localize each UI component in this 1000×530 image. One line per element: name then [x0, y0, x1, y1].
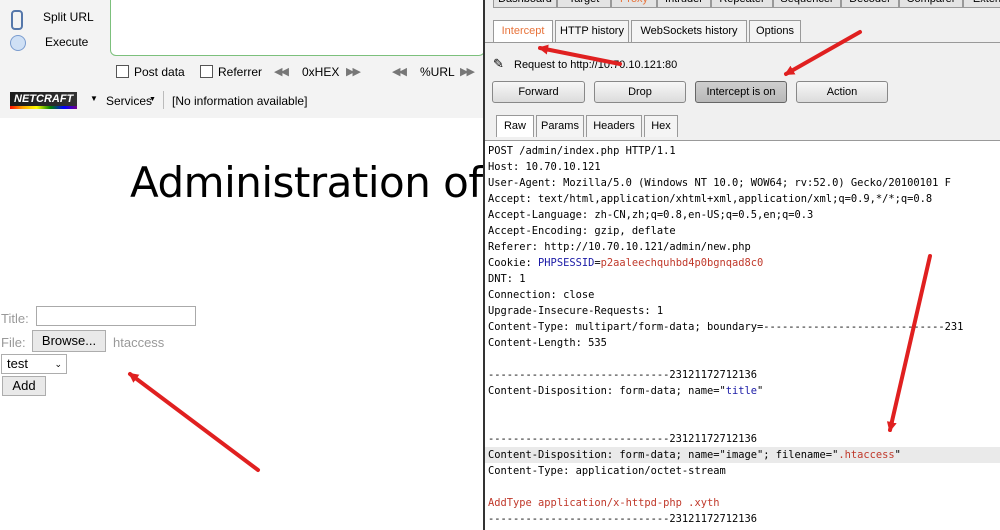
tab-proxy[interactable]: Proxy: [611, 0, 657, 8]
services-dropdown-icon[interactable]: ▼: [149, 96, 156, 103]
url-encode-arrow-icon[interactable]: ▶▶: [460, 65, 475, 78]
category-select[interactable]: test ⌄: [1, 354, 67, 374]
browser-pane: Split URL Execute Post data Referrer ◀◀ …: [0, 0, 483, 530]
request-line: POST /admin/index.php HTTP/1.1: [488, 145, 676, 157]
netcraft-logo[interactable]: NETCRAFT: [10, 92, 78, 109]
request-line: Content-Length: 535: [488, 337, 607, 349]
browse-button[interactable]: Browse...: [32, 330, 106, 352]
forward-button[interactable]: Forward: [492, 81, 585, 103]
request-line: Connection: close: [488, 289, 595, 301]
tab-http-history[interactable]: HTTP history: [555, 20, 629, 42]
tab-headers[interactable]: Headers: [586, 115, 642, 137]
request-line: Referer: http://10.70.10.121/admin/new.p…: [488, 241, 751, 253]
tab-options[interactable]: Options: [749, 20, 801, 42]
request-line: Host: 10.70.10.121: [488, 161, 601, 173]
cookie-key: Cookie:: [488, 257, 539, 269]
url-decode-arrow-icon[interactable]: ◀◀: [392, 65, 407, 78]
url-label: %URL: [420, 65, 455, 79]
request-line: Accept: text/html,application/xhtml+xml,…: [488, 193, 933, 205]
services-menu[interactable]: Services: [106, 94, 152, 108]
tab-extender[interactable]: Exten: [963, 0, 1000, 8]
disposition-prefix: Content-Disposition: form-data; name="im…: [488, 449, 839, 461]
subtab-underline: [485, 42, 1000, 43]
category-select-value: test: [7, 356, 28, 371]
intercept-toggle-button[interactable]: Intercept is on: [695, 81, 787, 103]
tab-sequencer[interactable]: Sequencer: [773, 0, 841, 8]
split-url-icon: [11, 10, 23, 30]
execute-icon: [10, 35, 26, 51]
drop-button[interactable]: Drop: [594, 81, 686, 103]
title-disposition-line: Content-Disposition: form-data; name="ti…: [488, 385, 764, 397]
hex-decode-arrow-icon[interactable]: ◀◀: [274, 65, 289, 78]
pencil-icon: ✎: [493, 56, 504, 71]
tab-intercept[interactable]: Intercept: [493, 20, 553, 42]
image-disposition-line: Content-Disposition: form-data; name="im…: [485, 447, 1000, 463]
request-line: User-Agent: Mozilla/5.0 (Windows NT 10.0…: [488, 177, 951, 189]
hex-encode-arrow-icon[interactable]: ▶▶: [346, 65, 361, 78]
boundary-line: -----------------------------23121172712…: [488, 513, 757, 525]
hex-label: 0xHEX: [302, 65, 340, 79]
page-title: Administration of m: [130, 158, 483, 207]
post-data-checkbox[interactable]: [116, 65, 129, 78]
chevron-down-icon: ⌄: [54, 359, 62, 369]
action-button[interactable]: Action: [796, 81, 888, 103]
cookie-name: PHPSESSID: [538, 257, 595, 269]
request-line: Content-Type: application/octet-stream: [488, 465, 726, 477]
cookie-line: Cookie: PHPSESSID=p2aaleechquhbd4p0bgnqa…: [488, 257, 764, 269]
request-line: DNT: 1: [488, 273, 526, 285]
title-label: Title:: [1, 311, 29, 326]
request-line: Content-Type: multipart/form-data; bound…: [488, 321, 964, 333]
uploaded-filename: .htaccess: [838, 449, 895, 461]
raw-request-editor[interactable]: POST /admin/index.php HTTP/1.1 Host: 10.…: [485, 140, 1000, 530]
split-url-button[interactable]: Split URL: [43, 10, 94, 24]
title-input[interactable]: [36, 306, 196, 326]
tab-repeater[interactable]: Repeater: [711, 0, 773, 8]
payload-line: AddType application/x-httpd-php .xyth: [488, 497, 720, 509]
tab-comparer[interactable]: Comparer: [899, 0, 963, 8]
toolbar-separator: [163, 91, 164, 109]
execute-button[interactable]: Execute: [45, 35, 88, 49]
tab-raw[interactable]: Raw: [496, 115, 534, 137]
burp-suite-window: Dashboard Target Proxy Intruder Repeater…: [483, 0, 1000, 530]
tab-target[interactable]: Target: [557, 0, 611, 8]
referrer-label: Referrer: [218, 65, 263, 79]
request-line: Accept-Encoding: gzip, deflate: [488, 225, 676, 237]
url-textarea[interactable]: [110, 0, 483, 56]
tab-dashboard[interactable]: Dashboard: [493, 0, 557, 8]
tab-websockets-history[interactable]: WebSockets history: [631, 20, 747, 42]
request-to-label: Request to http://10.70.10.121:80: [514, 59, 678, 71]
tab-decoder[interactable]: Decoder: [841, 0, 899, 8]
disposition-prefix: Content-Disposition: form-data; name=": [488, 385, 726, 397]
title-field-name: title: [725, 385, 757, 397]
boundary-line: -----------------------------23121172712…: [488, 433, 757, 445]
selected-file-name: htaccess: [113, 335, 165, 350]
hackbar-toolbar: Split URL Execute Post data Referrer ◀◀ …: [0, 0, 483, 118]
tab-hex[interactable]: Hex: [644, 115, 678, 137]
boundary-line: -----------------------------23121172712…: [488, 369, 757, 381]
netcraft-info: [No information available]: [172, 94, 308, 108]
post-data-label: Post data: [134, 65, 185, 79]
cookie-value: p2aaleechquhbd4p0bgnqad8c0: [600, 257, 764, 269]
netcraft-dropdown-icon[interactable]: ▼: [90, 94, 98, 103]
tab-intruder[interactable]: Intruder: [657, 0, 711, 8]
referrer-checkbox[interactable]: [200, 65, 213, 78]
request-line: Accept-Language: zh-CN,zh;q=0.8,en-US;q=…: [488, 209, 814, 221]
request-line: Upgrade-Insecure-Requests: 1: [488, 305, 664, 317]
add-button[interactable]: Add: [2, 376, 46, 396]
file-label: File:: [1, 335, 26, 350]
tab-params[interactable]: Params: [536, 115, 584, 137]
